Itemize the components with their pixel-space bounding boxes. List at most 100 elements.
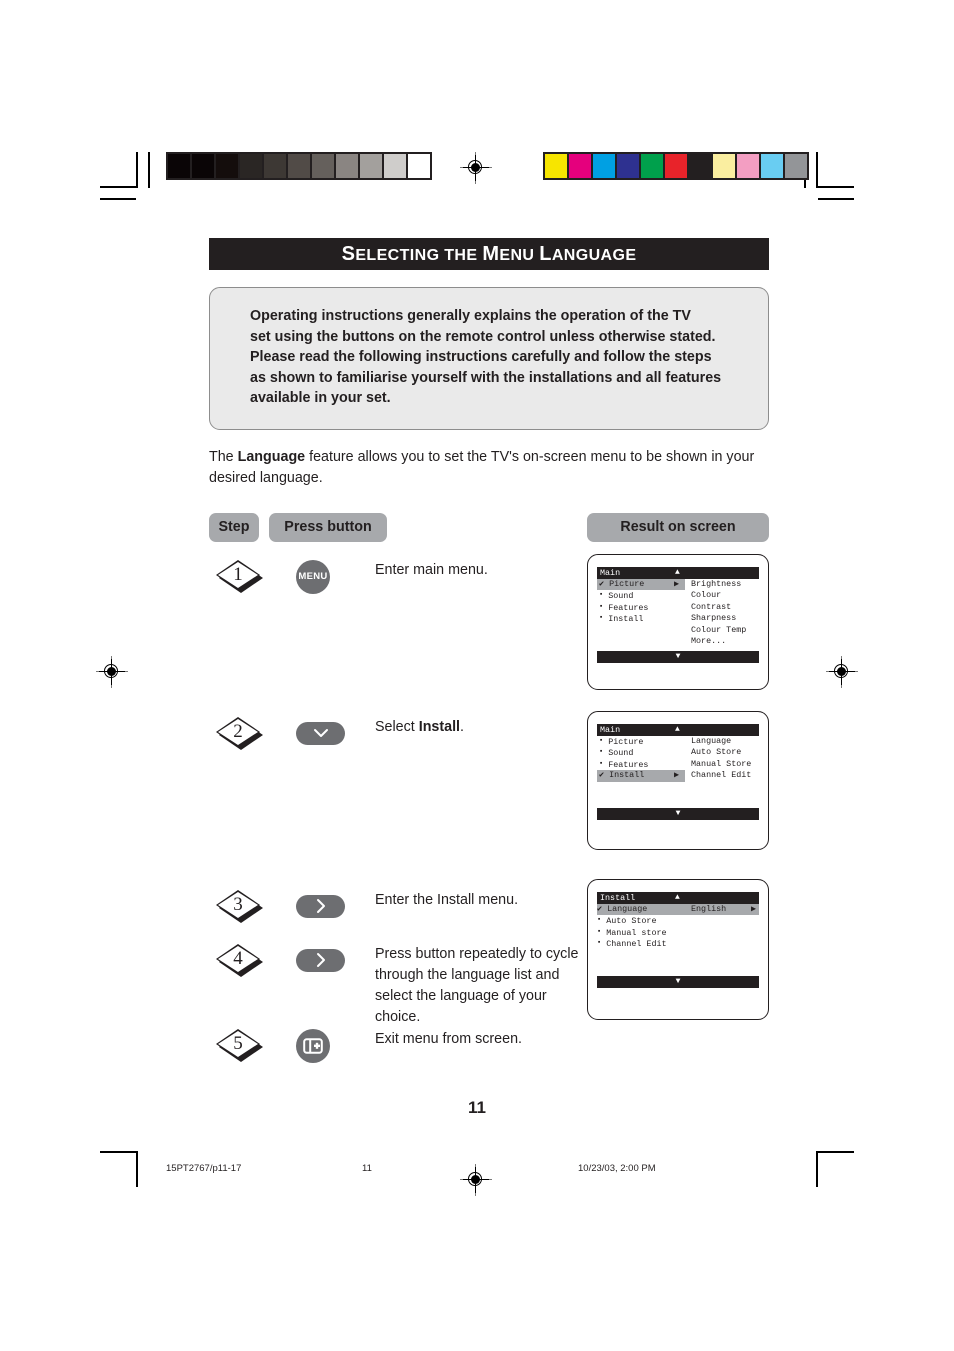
chevron-down-icon-button[interactable] [296, 721, 345, 745]
scroll-up-icon[interactable]: ▲ [675, 724, 680, 736]
osd-row[interactable]: ✔ Picture ▶ Brightness [597, 578, 759, 591]
header-press-button: Press button [269, 512, 387, 542]
crop-mark-tr-h2 [818, 198, 854, 200]
exit-menu-icon [303, 1038, 323, 1054]
step-badge-outline: 3 [216, 889, 260, 920]
step-text-bold: Install [418, 718, 461, 735]
osd-row-spacer [597, 950, 759, 961]
osd-row[interactable]: ▪ Channel Edit [597, 938, 759, 949]
osd-row[interactable]: ▪ Auto Store [597, 915, 759, 926]
osd-submenu-item[interactable]: Language [691, 736, 731, 747]
osd-row-label: Features [603, 759, 649, 770]
osd-row[interactable]: ▪ Features Manual Store [597, 759, 759, 770]
scroll-up-icon[interactable]: ▲ [675, 567, 680, 579]
osd-row[interactable]: ▪ Sound Colour [597, 590, 759, 601]
step-number-badge: 5 [216, 1028, 264, 1063]
osd-row-left: ▪ Picture [597, 736, 685, 747]
scroll-down-icon[interactable]: ▼ [597, 976, 759, 989]
step-number-badge: 1 [216, 559, 264, 594]
crop-mark-tr-v [816, 152, 818, 188]
exit-menu-icon[interactable] [296, 1028, 330, 1063]
osd-row-label: Sound [603, 748, 634, 759]
calibration-swatch [168, 154, 190, 178]
title-m: M [482, 243, 500, 265]
crop-mark-bl-v [136, 1151, 138, 1187]
osd-submenu-item[interactable]: Channel Edit [691, 770, 751, 781]
osd-row[interactable]: ▪ Features Contrast [597, 602, 759, 613]
osd-row[interactable]: ✔ Language English ▶ [597, 903, 759, 916]
osd-submenu-item[interactable]: Colour Temp [691, 625, 746, 636]
step-description: Select Install. [375, 717, 595, 738]
osd-row[interactable]: ▪ Manual store [597, 927, 759, 938]
menu-button[interactable]: MENU [296, 559, 330, 594]
osd-menu: Install ▲ ✔ Language English ▶ ▪ Auto Store ▪ … [597, 891, 759, 989]
note-line: available in your set. [250, 390, 391, 407]
note-line: as shown to familiarise yourself with th… [250, 369, 722, 386]
osd-row-label: Install [603, 614, 644, 625]
osd-submenu-item[interactable]: Colour [691, 590, 721, 601]
step-badge-outline: 4 [216, 943, 260, 974]
table-header-row: Step Press button Result on screen [209, 512, 769, 542]
registration-mark-left [96, 656, 128, 688]
header-result-on-screen: Result on screen [587, 512, 769, 542]
chevron-right-icon: ▶ [673, 578, 679, 589]
chevron-right-icon-button[interactable] [296, 894, 345, 918]
crop-mark-bl-h [100, 1151, 136, 1153]
step-number-badge: 2 [216, 716, 264, 751]
calibration-swatch [336, 154, 358, 178]
osd-menu: Main ▲ ✔ Picture ▶ Brightness ▪ Sound Colour ▪ … [597, 566, 759, 664]
chevron-right-icon: ▶ [750, 903, 756, 914]
osd-submenu-item[interactable]: Brightness [691, 579, 741, 590]
osd-row-label: Auto Store [601, 916, 657, 927]
osd-title-bar: Main ▲ [597, 566, 759, 579]
calibration-swatch [192, 154, 214, 178]
crop-mark-tr-h [818, 186, 854, 188]
step-text-suffix: . [460, 718, 465, 735]
osd-row-label: Picture [603, 736, 644, 747]
osd-menu: Main ▲ ▪ Picture Language ▪ Sound Auto Store ▪… [597, 723, 759, 821]
crop-mark-br-h [818, 1151, 854, 1153]
osd-row-left: ✔ Install ▶ [597, 770, 685, 782]
registration-mark-top [460, 152, 492, 184]
osd-row[interactable]: ▪ Sound Auto Store [597, 747, 759, 758]
osd-row[interactable]: ▪ Picture Language [597, 736, 759, 747]
osd-row[interactable]: More... [597, 636, 759, 647]
osd-submenu-item[interactable]: Manual Store [691, 759, 751, 770]
tv-screen-main-install: Main ▲ ▪ Picture Language ▪ Sound Auto Store ▪… [587, 710, 769, 850]
footer-center: 11 [362, 1163, 372, 1174]
footer-right: 10/23/03, 2:00 PM [578, 1163, 656, 1174]
scroll-down-icon[interactable]: ▼ [597, 651, 759, 664]
step-badge-outline: 1 [216, 559, 260, 590]
color-calibration-bar [543, 152, 809, 180]
calibration-swatch [408, 154, 430, 178]
osd-row-left: ▪ Features [597, 759, 685, 770]
osd-submenu-item[interactable]: More... [691, 636, 726, 647]
note-box: Operating instructions generally explain… [209, 287, 769, 430]
osd-row[interactable]: ▪ Install Sharpness [597, 613, 759, 624]
calibration-swatch [785, 154, 807, 178]
osd-row-value: English [691, 903, 727, 914]
calibration-swatch [665, 154, 687, 178]
step-description: Enter main menu. [375, 561, 488, 578]
scroll-down-icon[interactable]: ▼ [597, 808, 759, 821]
osd-row-label: Features [603, 602, 649, 613]
osd-row[interactable]: ✔ Install ▶ Channel Edit [597, 770, 759, 782]
note-line: Operating instructions generally explain… [250, 308, 691, 324]
osd-rows: ▪ Picture Language ▪ Sound Auto Store ▪ Feat… [597, 736, 759, 782]
intro-prefix: The [209, 448, 238, 465]
osd-submenu-item[interactable]: Sharpness [691, 613, 736, 624]
page-number: 11 [468, 1098, 486, 1117]
calibration-swatch [312, 154, 334, 178]
chevron-right-icon-button[interactable] [296, 948, 345, 972]
chevron-down-icon [313, 729, 328, 738]
osd-row[interactable]: Colour Temp [597, 625, 759, 636]
osd-row-label: Channel Edit [601, 939, 667, 950]
osd-rows: ✔ Picture ▶ Brightness ▪ Sound Colour ▪ Featu… [597, 578, 759, 647]
note-line: Please read the following instructions c… [250, 349, 712, 366]
osd-rows: ✔ Language English ▶ ▪ Auto Store ▪ Manual s… [597, 903, 759, 950]
grayscale-calibration-bar [166, 152, 432, 180]
calibration-swatch [617, 154, 639, 178]
scroll-up-icon[interactable]: ▲ [675, 892, 680, 904]
osd-submenu-item[interactable]: Auto Store [691, 747, 741, 758]
osd-submenu-item[interactable]: Contrast [691, 602, 731, 613]
